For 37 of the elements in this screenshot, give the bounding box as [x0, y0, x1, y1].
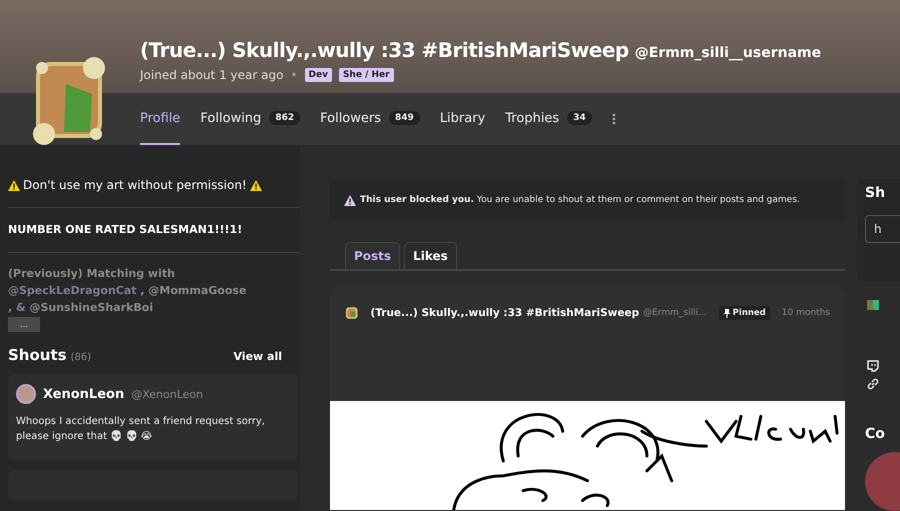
- user-avatar: [16, 384, 36, 404]
- more-options-icon[interactable]: [612, 113, 616, 125]
- post-author[interactable]: (True...) Skully.,.wully :33 #BritishMariSweep: [370, 307, 640, 319]
- bio-matching-text: (Previously) Matching with @SpeckLeDragonCat , @MommaGoose , & @SunshineSharkBoi: [8, 266, 248, 315]
- input-field[interactable]: h: [865, 215, 900, 243]
- username: @Ermm_silli__username: [634, 45, 822, 61]
- role-badge: Dev: [304, 68, 332, 82]
- nav-tab[interactable]: Trophies 34: [505, 93, 592, 145]
- feed-tab[interactable]: Posts: [345, 242, 400, 269]
- joined-date: Joined about 1 year ago: [140, 68, 284, 82]
- post-handle: @Ermm_silli...: [643, 308, 707, 318]
- expand-bio-button[interactable]: ...: [8, 317, 40, 332]
- section-heading: Co: [865, 426, 886, 442]
- bio-warning: Don't use my art without permission!: [23, 178, 247, 192]
- shout-author[interactable]: XenonLeon: [43, 386, 124, 402]
- nav-tab[interactable]: Library: [440, 93, 486, 145]
- warning-icon: [8, 180, 20, 190]
- bio-motto: NUMBER ONE RATED SALESMAN1!!!1!: [8, 222, 244, 238]
- nav-tab[interactable]: Followers 849: [320, 93, 420, 145]
- role-badge: She / Her: [338, 68, 394, 82]
- shout-text: Whoops I accidentally sent a friend request sorry, please ignore that 💀 💀 😭: [16, 415, 266, 444]
- notice-text: This user blocked you. You are unable to shout at them or comment on their posts and games.: [360, 195, 800, 205]
- pinned-badge: Pinned: [718, 306, 770, 320]
- panel-heading: Sh: [865, 185, 886, 201]
- separator-dot: •: [290, 68, 298, 82]
- small-thumbnail-icon: [867, 300, 879, 310]
- link-icon[interactable]: [867, 378, 879, 390]
- display-name: (True...) Skully.,.wully :33 #BritishMariSweep: [140, 38, 629, 62]
- post-time: 10 months: [782, 308, 830, 318]
- feed-tab[interactable]: Likes: [404, 242, 457, 269]
- shouts-heading: Shouts (86): [8, 346, 92, 364]
- chat-icon[interactable]: [867, 360, 879, 372]
- shout-handle: @XenonLeon: [131, 388, 204, 400]
- warning-icon: [250, 180, 262, 190]
- nav-tab[interactable]: Following 862: [200, 93, 300, 145]
- view-all-link[interactable]: View all: [233, 350, 282, 363]
- warning-icon: [344, 194, 356, 206]
